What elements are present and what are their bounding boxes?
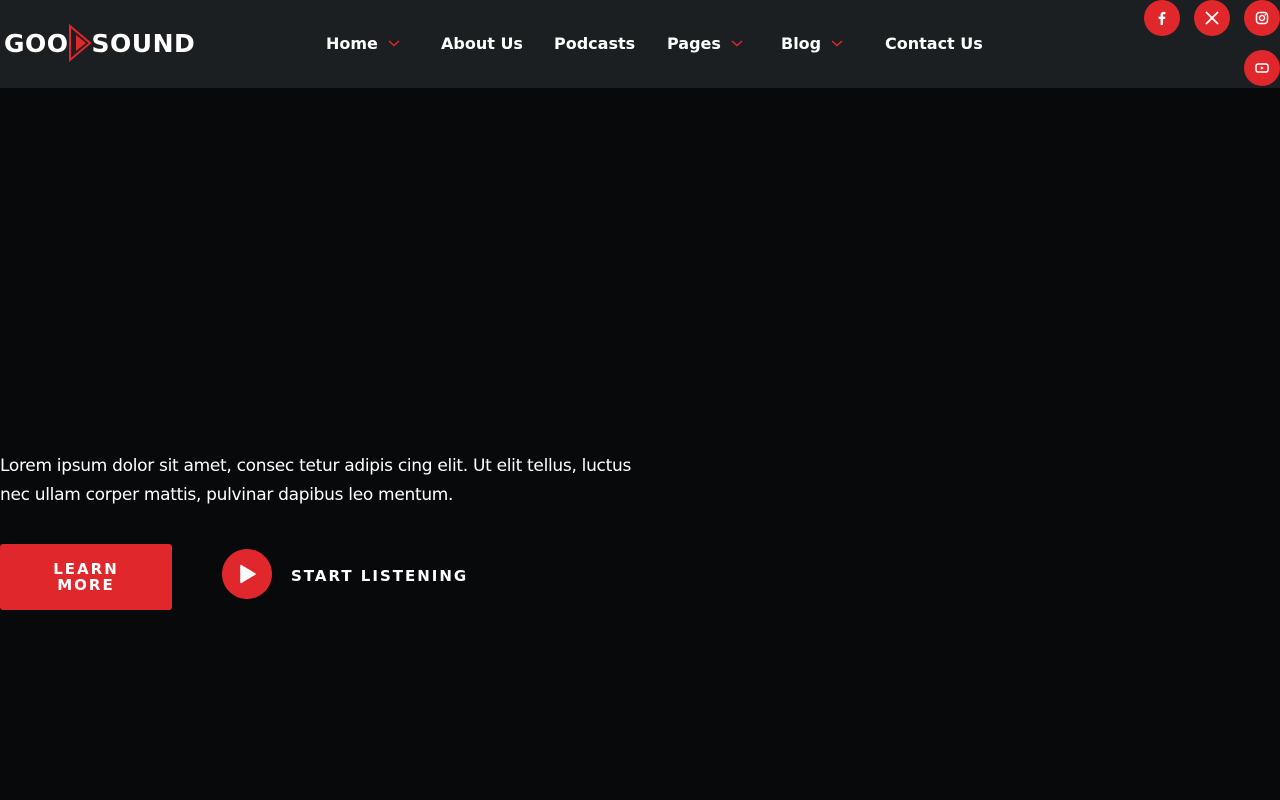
- nav-item-label: About Us: [441, 33, 523, 53]
- hero-description: Lorem ipsum dolor sit amet, consec tetur…: [0, 456, 631, 505]
- learn-more-label: LEARN MORE: [53, 560, 119, 594]
- nav-item-about-us[interactable]: About Us: [441, 32, 523, 54]
- nav-item-label: Blog: [781, 33, 822, 53]
- chevron-down-icon: [731, 40, 743, 47]
- learn-more-button[interactable]: LEARN MORE: [0, 544, 172, 610]
- play-icon: [240, 564, 256, 584]
- nav-item-podcasts[interactable]: Podcasts: [554, 32, 635, 54]
- youtube-button[interactable]: [1244, 50, 1280, 86]
- facebook-icon: [1158, 11, 1166, 25]
- start-listening-link[interactable]: START LISTENING: [291, 567, 468, 585]
- chevron-down-icon: [831, 40, 843, 47]
- nav-item-label: Podcasts: [554, 33, 636, 53]
- instagram-icon: [1255, 11, 1269, 25]
- nav-item-contact-us[interactable]: Contact Us: [885, 32, 983, 54]
- nav-item-label: Home: [326, 33, 378, 53]
- youtube-icon: [1255, 63, 1269, 73]
- instagram-button[interactable]: [1244, 0, 1280, 36]
- facebook-button[interactable]: [1144, 0, 1180, 36]
- nav-item-label: Contact Us: [885, 33, 983, 53]
- chevron-down-icon: [388, 40, 400, 47]
- site-header: GOO SOUND Home About Us Podcasts Pages B…: [0, 0, 1280, 88]
- nav-item-label: Pages: [667, 33, 721, 53]
- nav-item-blog[interactable]: Blog: [781, 32, 843, 54]
- main-nav: Home About Us Podcasts Pages Blog Contac…: [0, 0, 1280, 88]
- start-listening-play-button[interactable]: [222, 549, 272, 599]
- nav-item-home[interactable]: Home: [326, 32, 400, 54]
- nav-item-pages[interactable]: Pages: [667, 32, 743, 54]
- x-button[interactable]: [1194, 0, 1230, 36]
- x-icon: [1205, 11, 1219, 25]
